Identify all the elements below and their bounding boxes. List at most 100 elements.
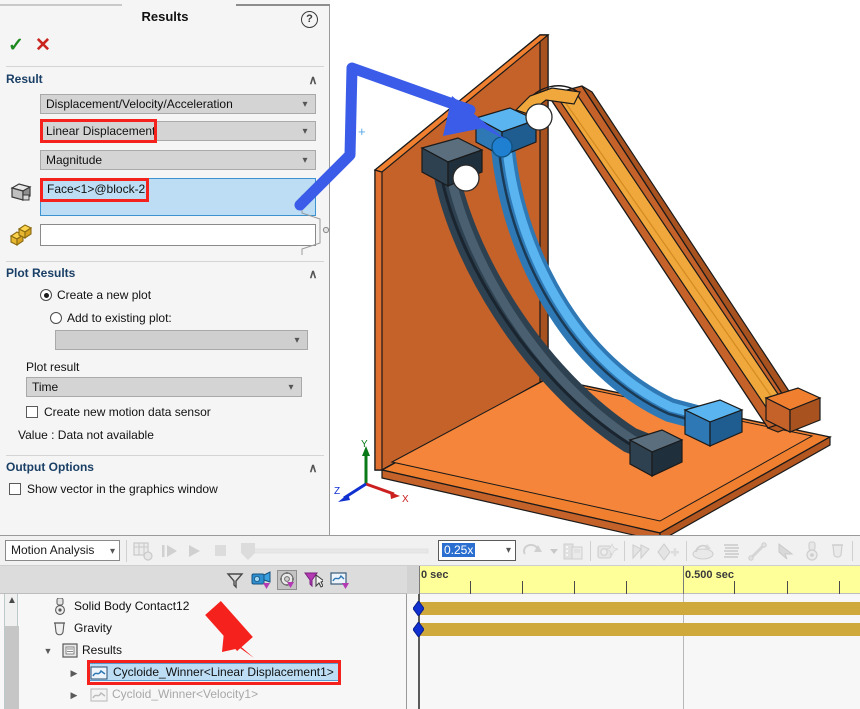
plot-icon [90, 666, 108, 680]
brachistochrone-model: Y X Z [334, 34, 832, 535]
timeline-header-corner [407, 566, 419, 594]
chevron-down-icon[interactable]: ▾ [291, 331, 303, 349]
cancel-button[interactable]: ✕ [33, 36, 53, 56]
group-header-output-options[interactable]: Output Options ∧ [6, 460, 324, 480]
playback-mode-icon[interactable] [522, 543, 544, 559]
chevron-down-icon[interactable]: ▾ [285, 378, 297, 396]
damper-icon[interactable] [748, 542, 768, 561]
scroll-up-icon[interactable]: ▲ [5, 594, 19, 608]
face-selection-value: Face<1>@block-2 [47, 182, 146, 196]
ok-cancel-bar: ✓ ✕ [0, 33, 330, 59]
plot-result-value: Time [32, 380, 59, 394]
contact-icon[interactable] [803, 541, 821, 562]
chevron-down-icon[interactable]: ▾ [506, 541, 511, 561]
tree-scrollbar[interactable]: ▲ [4, 594, 19, 709]
group-header-result[interactable]: Result ∧ [6, 72, 324, 92]
collapse-triangle-icon[interactable]: ▼ [42, 645, 54, 657]
spring-icon[interactable] [722, 542, 741, 561]
timeline-header[interactable]: 0 sec 0.500 sec [407, 566, 860, 594]
checkbox-create-motion-data-sensor[interactable]: Create new motion data sensor [26, 405, 211, 419]
toolbar-divider [686, 541, 687, 561]
group-header-plot-results[interactable]: Plot Results ∧ [6, 266, 324, 286]
toolbar-divider [852, 541, 853, 561]
filter-driving-icon[interactable] [277, 570, 297, 590]
face-selection-box[interactable]: Face<1>@block-2 [40, 178, 316, 216]
timeline-major-tick [683, 566, 684, 594]
component-selection-box[interactable] [40, 224, 316, 246]
chevron-down-icon[interactable]: ▾ [299, 122, 311, 140]
divider-top [6, 66, 324, 67]
study-type-value: Motion Analysis [11, 543, 95, 557]
face-select-icon [9, 180, 33, 204]
ball-blue-track-selected [491, 136, 513, 158]
checkbox-show-vector[interactable]: Show vector in the graphics window [9, 482, 218, 496]
expand-triangle-icon[interactable]: ▶ [68, 689, 80, 701]
timeline-label-start: 0 sec [421, 569, 449, 581]
timeline-body[interactable] [407, 594, 860, 709]
add-update-key-icon[interactable] [657, 542, 680, 561]
result-component-dropdown[interactable]: Magnitude ▾ [40, 150, 316, 170]
chevron-down-icon[interactable]: ▾ [299, 151, 311, 169]
tree-item-label: Gravity [74, 621, 113, 635]
gravity-icon[interactable] [829, 542, 846, 561]
divider-output-options [6, 455, 324, 456]
result-subcategory-dropdown[interactable]: Linear Displacement ▾ [40, 121, 316, 141]
graphics-viewport[interactable]: Y X Z + [330, 0, 860, 535]
playback-mode-dropdown-icon[interactable] [549, 548, 559, 556]
panel-splitter-handle[interactable] [300, 195, 330, 255]
group-header-output-options-label: Output Options [6, 460, 94, 474]
force-icon[interactable] [776, 542, 795, 561]
radio-create-new-plot[interactable]: Create a new plot [40, 288, 151, 302]
expand-triangle-icon[interactable]: ▶ [68, 667, 80, 679]
timeline-bar-gravity[interactable] [419, 623, 860, 636]
result-subcategory-value: Linear Displacement [46, 124, 156, 138]
auto-key-icon[interactable] [630, 542, 651, 561]
motor-icon[interactable] [692, 543, 715, 560]
chevron-down-icon[interactable]: ▾ [110, 541, 115, 562]
origin-marker-icon: + [358, 124, 366, 139]
existing-plot-dropdown[interactable]: ▾ [55, 330, 308, 350]
save-animation-icon[interactable] [563, 542, 583, 561]
timeline-key-contact[interactable] [413, 601, 424, 616]
help-icon[interactable]: ? [301, 11, 318, 28]
study-type-dropdown[interactable]: Motion Analysis ▾ [5, 540, 120, 561]
chevron-up-icon[interactable]: ∧ [306, 74, 320, 88]
result-category-dropdown[interactable]: Displacement/Velocity/Acceleration ▾ [40, 94, 316, 114]
play-from-start-icon[interactable] [161, 543, 179, 559]
tree-item-label: Cycloid_Winner<Velocity1> [112, 687, 259, 701]
plot-result-label: Plot result [26, 360, 80, 374]
results-folder-icon [62, 643, 78, 658]
timeline-bar-contact[interactable] [419, 602, 860, 615]
result-component-value: Magnitude [46, 153, 103, 167]
ball-orange-track [525, 103, 553, 131]
component-select-icon [9, 224, 35, 248]
radio-add-to-existing-plot-label: Add to existing plot: [67, 311, 172, 325]
radio-add-to-existing-plot[interactable]: Add to existing plot: [50, 311, 172, 325]
filter-results-icon[interactable] [330, 570, 350, 590]
filter-all-icon[interactable] [225, 570, 245, 590]
scroll-thumb[interactable] [5, 626, 19, 709]
chevron-up-icon[interactable]: ∧ [306, 462, 320, 476]
motion-manager-tree: ▲ Solid Body Contact12 Gravity ▼ Results… [0, 594, 407, 709]
toolbar-divider [624, 541, 625, 561]
group-header-plot-results-label: Plot Results [6, 266, 76, 280]
time-slider-icon[interactable] [237, 541, 432, 561]
chevron-down-icon[interactable]: ▾ [299, 95, 311, 113]
checkbox-indicator [26, 406, 38, 418]
animation-wizard-icon[interactable] [597, 542, 618, 561]
filter-selected-icon[interactable] [303, 570, 323, 590]
chevron-up-icon[interactable]: ∧ [306, 268, 320, 282]
timeline-minor-tick [734, 581, 735, 594]
accept-button[interactable]: ✓ [6, 36, 26, 56]
timeline-minor-tick [787, 581, 788, 594]
motion-manager-toolbar: Motion Analysis ▾ 0.25x ▾ [0, 536, 860, 566]
filter-animated-icon[interactable] [251, 570, 271, 590]
group-header-result-label: Result [6, 72, 43, 86]
calculate-icon[interactable] [133, 542, 153, 561]
playback-speed-dropdown[interactable]: 0.25x ▾ [438, 540, 516, 561]
plot-result-dropdown[interactable]: Time ▾ [26, 377, 302, 397]
timeline-key-gravity[interactable] [413, 622, 424, 637]
stop-icon[interactable] [214, 544, 228, 558]
timeline-minor-tick [574, 581, 575, 594]
play-icon[interactable] [187, 543, 203, 559]
